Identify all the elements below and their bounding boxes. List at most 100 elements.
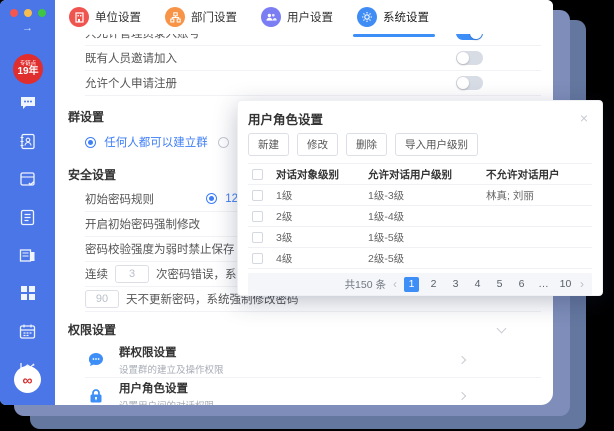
cell-level: 4级 bbox=[272, 248, 364, 269]
tab-label: 部门设置 bbox=[191, 9, 237, 25]
tab-system-settings[interactable]: 系统设置 bbox=[357, 0, 429, 34]
lock-icon bbox=[85, 385, 107, 405]
toggle-knob bbox=[457, 77, 469, 89]
gear-icon bbox=[357, 7, 377, 27]
tab-label: 单位设置 bbox=[95, 9, 141, 25]
org-chart-icon bbox=[165, 7, 185, 27]
user-role-settings-modal: 用户角色设置 × 新建 修改 删除 导入用户级别 对话对象级别 允许对话用户级别… bbox=[237, 100, 603, 296]
radio-selected-icon bbox=[85, 137, 96, 148]
window-traffic-lights[interactable] bbox=[10, 9, 46, 17]
next-page-icon[interactable]: › bbox=[580, 277, 584, 291]
modal-header: 用户角色设置 × bbox=[248, 101, 592, 131]
page-10[interactable]: 10 bbox=[558, 277, 573, 292]
screenshot-stage: 只允许管理员录入账号 既有人员邀请加入 允许个人申请注册 群设置 任何人都可以建… bbox=[0, 0, 614, 431]
modal-toolbar: 新建 修改 删除 导入用户级别 bbox=[248, 131, 592, 163]
users-icon bbox=[261, 7, 281, 27]
column-header: 允许对话用户级别 bbox=[364, 164, 482, 185]
close-window-button[interactable] bbox=[10, 9, 18, 17]
new-button[interactable]: 新建 bbox=[248, 133, 289, 156]
chevron-down-icon[interactable] bbox=[497, 324, 507, 334]
table-row[interactable]: 1级 1级-3级 林真; 刘丽 bbox=[248, 185, 592, 206]
approval-icon[interactable] bbox=[17, 168, 39, 190]
perm-item-text: 用户角色设置 设置用户间的对话权限 bbox=[119, 380, 214, 405]
row-checkbox[interactable] bbox=[252, 211, 263, 222]
tab-bar: 单位设置 部门设置 用户设置 系统设置 bbox=[55, 0, 553, 34]
setting-label: 允许个人申请注册 bbox=[85, 75, 177, 91]
table-row[interactable]: 2级 1级-4级 bbox=[248, 206, 592, 227]
prev-page-icon[interactable]: ‹ bbox=[393, 277, 397, 291]
section-permission-settings: 权限设置 bbox=[68, 321, 553, 338]
table-row[interactable]: 3级 1级-5级 bbox=[248, 227, 592, 248]
perm-item-title: 群权限设置 bbox=[119, 344, 224, 360]
document-icon[interactable] bbox=[17, 206, 39, 228]
cell-level: 1级 bbox=[272, 185, 364, 206]
apps-grid-icon[interactable] bbox=[17, 282, 39, 304]
row-checkbox[interactable] bbox=[252, 232, 263, 243]
tab-unit-settings[interactable]: 单位设置 bbox=[69, 0, 141, 34]
app-sidebar: → 专链点 19年 bbox=[0, 0, 55, 405]
perm-item-user-role[interactable]: 用户角色设置 设置用户间的对话权限 bbox=[85, 378, 541, 405]
cell-level: 3级 bbox=[272, 227, 364, 248]
total-count: 共150 条 bbox=[345, 277, 386, 292]
lock-count-input[interactable]: 3 bbox=[115, 265, 149, 283]
chevron-right-icon bbox=[458, 355, 466, 363]
chat-bubble-icon bbox=[85, 349, 107, 371]
cell-disallowed-users bbox=[482, 248, 592, 269]
zoom-window-button[interactable] bbox=[38, 9, 46, 17]
calendar-icon[interactable] bbox=[17, 320, 39, 342]
perm-item-group[interactable]: 群权限设置 设置群的建立及操作权限 bbox=[85, 342, 541, 378]
radio-selected-icon bbox=[206, 193, 217, 204]
chevron-right-icon bbox=[458, 392, 466, 400]
mail-icon[interactable] bbox=[17, 244, 39, 266]
cell-allowed-range: 1级-5级 bbox=[364, 227, 482, 248]
page-ellipsis[interactable]: … bbox=[536, 277, 551, 292]
column-header: 不允许对话用户 bbox=[482, 164, 592, 185]
chat-icon[interactable] bbox=[17, 92, 39, 114]
badge-text-bottom: 19年 bbox=[17, 67, 38, 77]
tab-department-settings[interactable]: 部门设置 bbox=[165, 0, 237, 34]
page-1[interactable]: 1 bbox=[404, 277, 419, 292]
import-user-level-button[interactable]: 导入用户级别 bbox=[395, 133, 478, 156]
page-2[interactable]: 2 bbox=[426, 277, 441, 292]
radio-label: 任何人都可以建立群 bbox=[104, 137, 208, 149]
table-header-row: 对话对象级别 允许对话用户级别 不允许对话用户 bbox=[248, 164, 592, 185]
expire-days-input[interactable]: 90 bbox=[85, 290, 119, 308]
minimize-window-button[interactable] bbox=[24, 9, 32, 17]
radio-unselected-icon bbox=[218, 137, 229, 148]
page-5[interactable]: 5 bbox=[492, 277, 507, 292]
badge-text-top: 专链点 bbox=[20, 61, 36, 66]
setting-label: 连续 bbox=[85, 266, 108, 282]
select-all-checkbox[interactable] bbox=[252, 169, 263, 180]
radio-anyone-create-group[interactable]: 任何人都可以建立群 bbox=[85, 134, 208, 150]
section-title: 权限设置 bbox=[68, 323, 116, 337]
sidebar-nav bbox=[0, 92, 55, 380]
anniversary-badge: 专链点 19年 bbox=[13, 54, 43, 84]
page-6[interactable]: 6 bbox=[514, 277, 529, 292]
perm-item-desc: 设置群的建立及操作权限 bbox=[119, 362, 224, 376]
table-row[interactable]: 4级 2级-5级 bbox=[248, 248, 592, 269]
toggle-self-register[interactable] bbox=[456, 76, 483, 90]
cell-allowed-range: 2级-5级 bbox=[364, 248, 482, 269]
app-logo: ∞ bbox=[14, 366, 41, 393]
tab-user-settings[interactable]: 用户设置 bbox=[261, 0, 333, 34]
active-tab-underline bbox=[353, 34, 435, 37]
setting-label: 既有人员邀请加入 bbox=[85, 50, 177, 66]
cell-level: 2级 bbox=[272, 206, 364, 227]
delete-button[interactable]: 删除 bbox=[346, 133, 387, 156]
logo-glyph: ∞ bbox=[23, 372, 33, 388]
cell-disallowed-users: 林真; 刘丽 bbox=[482, 185, 592, 206]
contacts-icon[interactable] bbox=[17, 130, 39, 152]
collapse-arrow-icon[interactable]: → bbox=[0, 22, 55, 34]
page-3[interactable]: 3 bbox=[448, 277, 463, 292]
user-role-table: 对话对象级别 允许对话用户级别 不允许对话用户 1级 1级-3级 林真; 刘丽 … bbox=[248, 163, 592, 269]
perm-item-desc: 设置用户间的对话权限 bbox=[119, 398, 214, 405]
row-checkbox[interactable] bbox=[252, 190, 263, 201]
modify-button[interactable]: 修改 bbox=[297, 133, 338, 156]
cell-disallowed-users bbox=[482, 227, 592, 248]
tab-label: 系统设置 bbox=[383, 9, 429, 25]
page-4[interactable]: 4 bbox=[470, 277, 485, 292]
row-checkbox[interactable] bbox=[252, 253, 263, 264]
close-icon[interactable]: × bbox=[576, 109, 592, 127]
cell-allowed-range: 1级-3级 bbox=[364, 185, 482, 206]
toggle-invite-join[interactable] bbox=[456, 51, 483, 65]
